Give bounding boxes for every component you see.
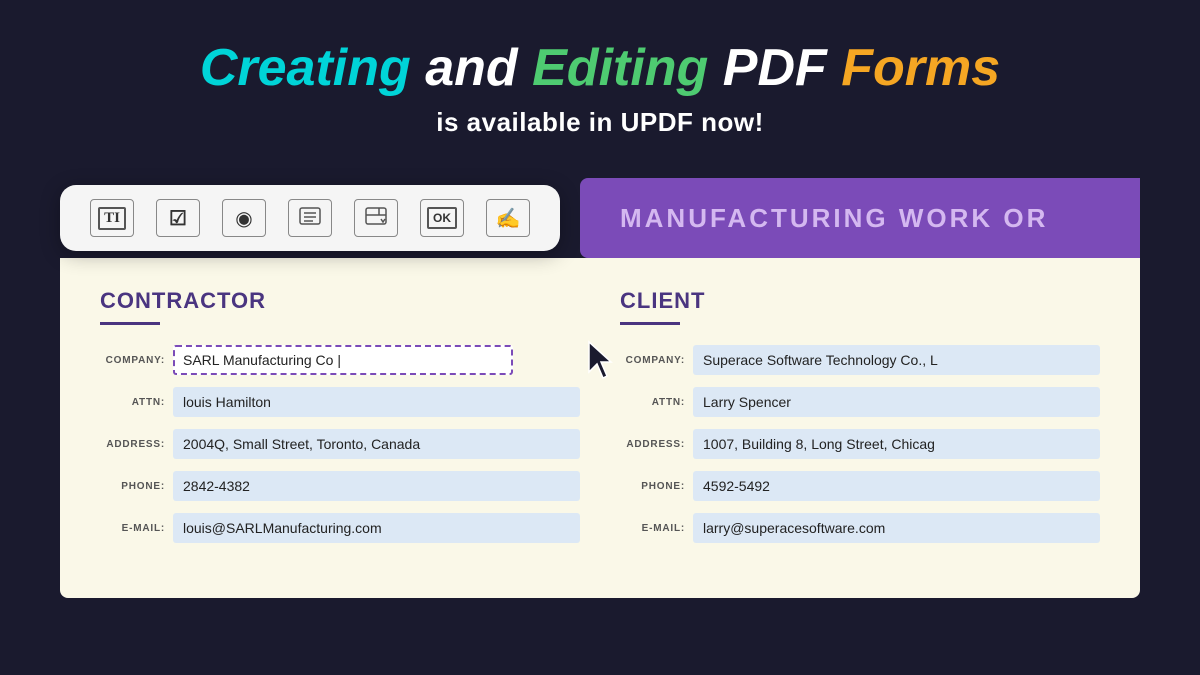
client-address-label: ADDRESS: bbox=[620, 439, 685, 450]
contractor-address-input[interactable] bbox=[173, 429, 580, 459]
title-and: and bbox=[425, 39, 532, 97]
combo-box-button[interactable] bbox=[354, 199, 398, 237]
contractor-section: CONTRACTOR COMPANY: ATTN: ADDRESS: PHONE… bbox=[100, 288, 580, 568]
cursor-icon bbox=[585, 340, 615, 380]
form-area: CONTRACTOR COMPANY: ATTN: ADDRESS: PHONE… bbox=[60, 258, 1140, 598]
client-attn-label: ATTN: bbox=[620, 397, 685, 408]
contractor-company-row: COMPANY: bbox=[100, 345, 580, 375]
header: Creating and Editing PDF Forms is availa… bbox=[0, 0, 1200, 168]
client-title: CLIENT bbox=[620, 288, 1100, 314]
contractor-phone-label: PHONE: bbox=[100, 481, 165, 492]
main-title: Creating and Editing PDF Forms bbox=[20, 40, 1180, 97]
signature-button[interactable]: ✍ bbox=[486, 199, 530, 237]
client-phone-input[interactable] bbox=[693, 471, 1100, 501]
radio-icon: ◉ bbox=[235, 206, 252, 231]
contractor-phone-row: PHONE: bbox=[100, 471, 580, 501]
contractor-email-label: E-MAIL: bbox=[100, 523, 165, 534]
push-button-icon: OK bbox=[427, 207, 457, 229]
contractor-company-input[interactable] bbox=[173, 345, 513, 375]
signature-icon: ✍ bbox=[496, 206, 521, 231]
checkbox-button[interactable]: ☑ bbox=[156, 199, 200, 237]
client-attn-input[interactable] bbox=[693, 387, 1100, 417]
client-email-label: E-MAIL: bbox=[620, 523, 685, 534]
title-creating: Creating bbox=[200, 39, 411, 97]
client-company-row: COMPANY: bbox=[620, 345, 1100, 375]
contractor-title: CONTRACTOR bbox=[100, 288, 580, 314]
contractor-attn-row: ATTN: bbox=[100, 387, 580, 417]
work-order-title: MANUFACTURING WORK OR bbox=[620, 203, 1048, 234]
contractor-attn-input[interactable] bbox=[173, 387, 580, 417]
combo-box-icon bbox=[365, 206, 387, 231]
push-button-tool[interactable]: OK bbox=[420, 199, 464, 237]
contractor-address-row: ADDRESS: bbox=[100, 429, 580, 459]
list-box-icon bbox=[299, 206, 321, 231]
radio-button-tool[interactable]: ◉ bbox=[222, 199, 266, 237]
pdf-toolbar: TI ☑ ◉ bbox=[60, 185, 560, 251]
client-email-row: E-MAIL: bbox=[620, 513, 1100, 543]
contractor-email-input[interactable] bbox=[173, 513, 580, 543]
client-address-row: ADDRESS: bbox=[620, 429, 1100, 459]
contractor-email-row: E-MAIL: bbox=[100, 513, 580, 543]
header-subtitle: is available in UPDF now! bbox=[20, 107, 1180, 138]
client-divider bbox=[620, 322, 680, 325]
client-company-label: COMPANY: bbox=[620, 355, 685, 366]
client-attn-row: ATTN: bbox=[620, 387, 1100, 417]
client-section: CLIENT COMPANY: ATTN: ADDRESS: PHONE: E-… bbox=[620, 288, 1100, 568]
work-order-header: MANUFACTURING WORK OR bbox=[580, 178, 1140, 258]
contractor-divider bbox=[100, 322, 160, 325]
contractor-phone-input[interactable] bbox=[173, 471, 580, 501]
list-box-button[interactable] bbox=[288, 199, 332, 237]
client-phone-row: PHONE: bbox=[620, 471, 1100, 501]
checkbox-icon: ☑ bbox=[169, 206, 187, 231]
text-field-icon: TI bbox=[98, 207, 126, 230]
toolbar-area: TI ☑ ◉ bbox=[0, 178, 1200, 258]
client-email-input[interactable] bbox=[693, 513, 1100, 543]
contractor-attn-label: ATTN: bbox=[100, 397, 165, 408]
title-pdf: PDF bbox=[723, 39, 841, 97]
text-field-button[interactable]: TI bbox=[90, 199, 134, 237]
title-forms: Forms bbox=[841, 39, 1000, 97]
contractor-address-label: ADDRESS: bbox=[100, 439, 165, 450]
contractor-company-label: COMPANY: bbox=[100, 355, 165, 366]
title-editing: Editing bbox=[532, 39, 708, 97]
client-company-input[interactable] bbox=[693, 345, 1100, 375]
client-phone-label: PHONE: bbox=[620, 481, 685, 492]
client-address-input[interactable] bbox=[693, 429, 1100, 459]
